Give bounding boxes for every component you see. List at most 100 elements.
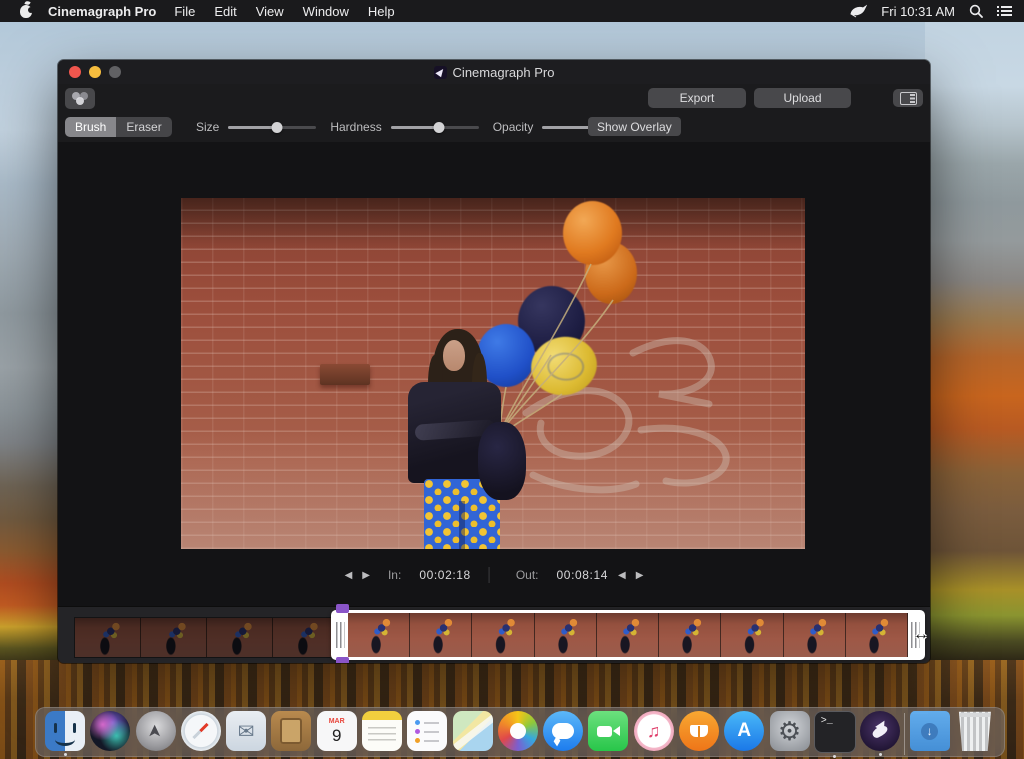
sidebar-toggle-button[interactable]	[893, 89, 923, 107]
trim-selection[interactable]: ↔	[331, 610, 925, 660]
dock-calendar[interactable]: MAR9	[316, 711, 358, 756]
woman-face	[443, 340, 465, 371]
notification-center-icon[interactable]	[997, 5, 1012, 17]
slider-thumb[interactable]	[271, 122, 282, 133]
in-step-back-button[interactable]: ◀	[345, 570, 353, 581]
out-step-back-button[interactable]: ◀	[618, 570, 626, 581]
downloads-icon	[910, 711, 950, 751]
filmstrip-frame-selected[interactable]	[535, 613, 597, 657]
sidebar-icon	[900, 92, 917, 105]
slider-label: Size	[196, 120, 219, 134]
facetime-icon	[588, 711, 628, 751]
dock-facetime[interactable]	[587, 711, 629, 756]
slider-label: Opacity	[493, 120, 534, 134]
dock-terminal[interactable]	[814, 711, 856, 758]
notes-icon	[362, 711, 402, 751]
filmstrip-frame-dimmed[interactable]	[75, 618, 141, 657]
filmstrip-frame-selected[interactable]	[348, 613, 410, 657]
apple-menu-icon[interactable]	[20, 5, 32, 18]
slider-thumb[interactable]	[434, 122, 445, 133]
in-timecode: 00:02:18	[419, 568, 471, 582]
dock-contacts[interactable]	[270, 711, 312, 756]
dock-cinemagraph-pro[interactable]	[859, 711, 901, 756]
filmstrip-frame-selected[interactable]	[472, 613, 534, 657]
out-step-forward-button[interactable]: ▶	[636, 570, 644, 581]
menu-file[interactable]: File	[174, 4, 195, 19]
hummingbird-status-icon[interactable]	[850, 4, 867, 18]
dock-siri[interactable]	[89, 711, 131, 756]
slider-track-hardness[interactable]	[391, 121, 479, 133]
app-title-icon	[434, 66, 447, 79]
slider-group: Size Hardness Opacity	[196, 112, 630, 142]
filmstrip-frame-dimmed[interactable]	[273, 618, 339, 657]
calendar-icon: MAR9	[317, 711, 357, 751]
filmstrip-frame-selected[interactable]	[597, 613, 659, 657]
slider-size: Size	[196, 120, 316, 134]
dock-appstore[interactable]	[723, 711, 765, 756]
slider-label: Hardness	[330, 120, 381, 134]
filters-button[interactable]	[65, 88, 95, 109]
menu-clock[interactable]: Fri 10:31 AM	[881, 4, 955, 19]
trim-handle-left[interactable]	[336, 622, 345, 648]
backpack	[478, 422, 526, 500]
menu-items: File Edit View Window Help	[174, 4, 394, 19]
dock-safari[interactable]	[180, 711, 222, 756]
running-indicator	[879, 753, 882, 756]
trim-marker-bottom[interactable]	[336, 657, 349, 663]
slider-hardness: Hardness	[330, 120, 478, 134]
menu-edit[interactable]: Edit	[214, 4, 236, 19]
filmstrip-frame-dimmed[interactable]	[207, 618, 273, 657]
menu-help[interactable]: Help	[368, 4, 395, 19]
trim-marker-top[interactable]	[336, 604, 349, 613]
upload-button[interactable]: Upload	[754, 88, 851, 108]
filmstrip-frame-dimmed[interactable]	[141, 618, 207, 657]
dock-system-preferences[interactable]	[769, 711, 811, 756]
title-bar[interactable]: Cinemagraph Pro	[58, 60, 930, 84]
trash-icon	[955, 711, 995, 751]
video-frame[interactable]	[181, 198, 805, 549]
in-step-forward-button[interactable]: ▶	[362, 570, 370, 581]
menu-view[interactable]: View	[256, 4, 284, 19]
dock-messages[interactable]	[542, 711, 584, 756]
dock-finder[interactable]	[44, 711, 86, 756]
dock-maps[interactable]	[452, 711, 494, 756]
spotlight-search-icon[interactable]	[969, 4, 983, 18]
dock-trash[interactable]	[954, 711, 996, 756]
dock-notes[interactable]	[361, 711, 403, 756]
playback-divider	[489, 567, 490, 583]
dock-downloads[interactable]	[909, 711, 951, 756]
photos-icon	[498, 711, 538, 751]
dock-launchpad[interactable]	[135, 711, 177, 756]
dock-ibooks[interactable]	[678, 711, 720, 756]
filmstrip-frame-selected[interactable]	[659, 613, 721, 657]
minimize-button[interactable]	[89, 66, 101, 78]
editing-canvas[interactable]: ◀ ▶ In: 00:02:18 Out: 00:08:14 ◀ ▶	[58, 142, 930, 607]
filmstrip-frame-selected[interactable]	[410, 613, 472, 657]
brush-tab[interactable]: Brush	[65, 117, 116, 137]
resize-cursor: ↔	[913, 626, 929, 644]
dock-reminders[interactable]	[406, 711, 448, 756]
desktop: Cinemagraph Pro File Edit View Window Help F…	[0, 0, 1024, 759]
eraser-tab[interactable]: Eraser	[116, 117, 171, 137]
in-label: In:	[388, 568, 401, 582]
launchpad-icon	[136, 711, 176, 751]
calendar-day: 9	[332, 727, 341, 745]
cinemagraph-pro-icon	[860, 711, 900, 751]
menu-window[interactable]: Window	[303, 4, 349, 19]
export-button[interactable]: Export	[648, 88, 746, 108]
filmstrip-frame-selected[interactable]	[846, 613, 908, 657]
filmstrip-frame-selected[interactable]	[721, 613, 783, 657]
appstore-icon	[724, 711, 764, 751]
show-overlay-button[interactable]: Show Overlay	[588, 117, 681, 136]
dock-mail[interactable]	[225, 711, 267, 756]
zoom-button[interactable]	[109, 66, 121, 78]
dock-itunes[interactable]	[633, 711, 675, 756]
menu-app-name[interactable]: Cinemagraph Pro	[48, 4, 156, 19]
slider-track-size[interactable]	[228, 121, 316, 133]
filmstrip-frame-selected[interactable]	[784, 613, 846, 657]
dock-photos[interactable]	[497, 711, 539, 756]
close-button[interactable]	[69, 66, 81, 78]
safari-icon	[181, 711, 221, 751]
tool-options-bar: Brush Eraser Size Hardness Opacity Show Ov…	[58, 112, 930, 142]
main-toolbar: Export Upload	[58, 84, 930, 112]
